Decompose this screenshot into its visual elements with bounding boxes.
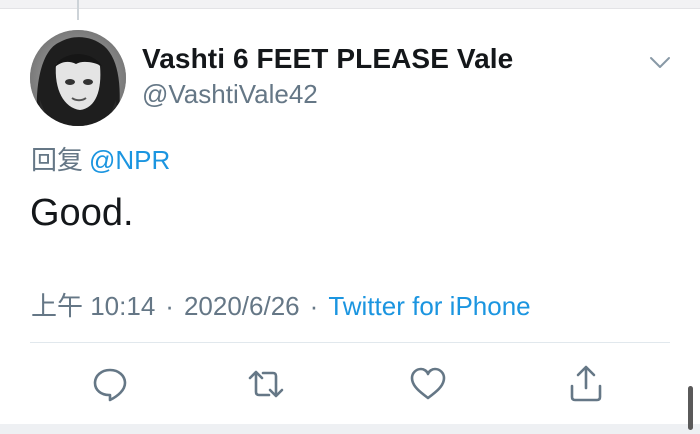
reply-target-link[interactable]: @NPR [89,145,170,175]
thread-connector-line [77,0,79,20]
share-icon [570,365,602,402]
retweet-icon [248,370,284,398]
author-handle[interactable]: @VashtiVale42 [142,79,318,110]
tweet-text: Good. [30,192,134,234]
like-button[interactable] [408,364,448,404]
heart-icon [410,367,446,400]
tweet-meta: 上午 10:14 · 2020/6/26 · Twitter for iPhone [31,286,531,323]
scrollbar[interactable] [688,386,693,430]
author-display-name[interactable]: Vashti 6 FEET PLEASE Vale [142,43,513,75]
reply-button[interactable] [90,364,130,404]
tweet-date[interactable]: 2020/6/26 [184,291,300,321]
reply-context: 回复 @NPR [31,140,170,177]
divider [30,342,670,343]
next-tweet-edge [0,424,700,434]
reply-icon [93,368,127,402]
tweet-source-link[interactable]: Twitter for iPhone [328,291,530,321]
avatar-photo [30,30,126,126]
tweet-time[interactable]: 上午 10:14 [31,291,155,321]
share-button[interactable] [566,364,606,404]
meta-separator: · [309,291,319,321]
reply-prefix-label: 回复 [31,145,84,175]
avatar[interactable] [30,30,126,126]
retweet-button[interactable] [246,364,286,404]
previous-tweet-edge [0,0,700,9]
chevron-down-icon[interactable] [646,50,674,74]
meta-separator: · [165,291,174,321]
